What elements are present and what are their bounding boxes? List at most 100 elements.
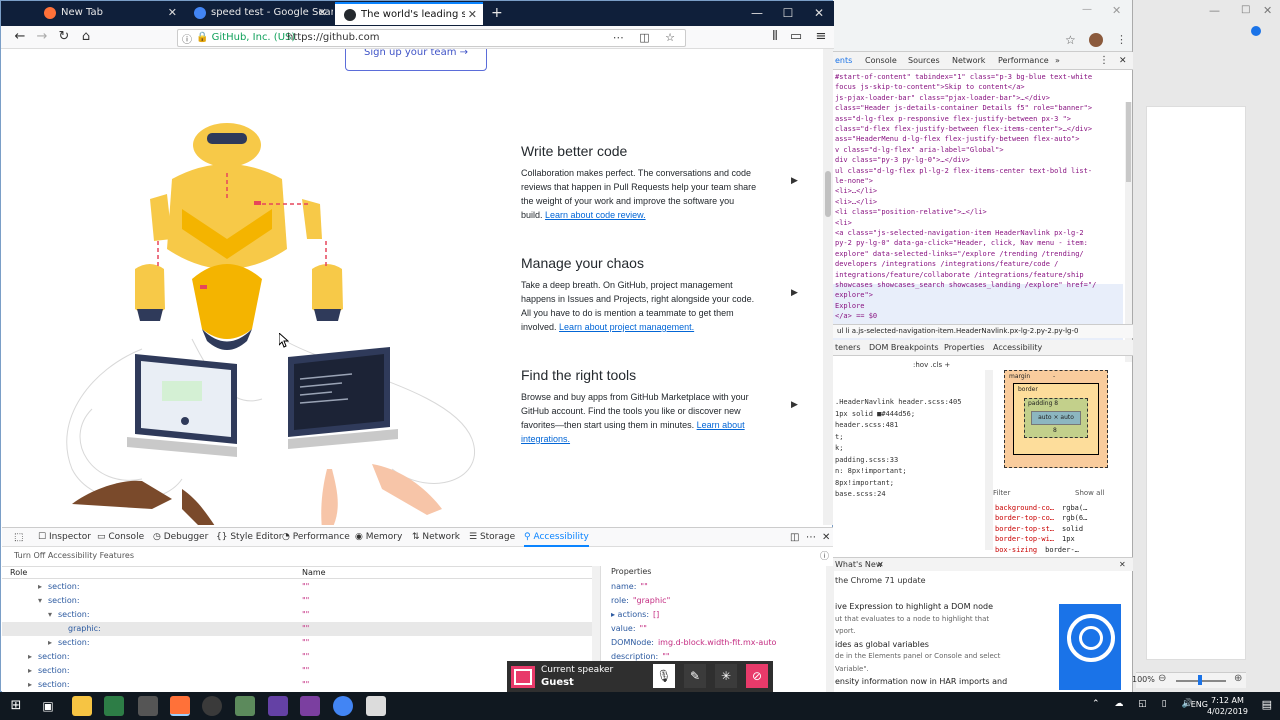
devtools-tab-debugger[interactable]: ◷ Debugger <box>153 528 208 547</box>
style-rule-line[interactable]: base.scss:24 <box>835 489 886 499</box>
elements-tree-line[interactable]: div class="py-3 py-lg-0">…</div> <box>835 155 970 165</box>
feature-arrow-icon[interactable]: ▶ <box>791 288 798 298</box>
elements-tree-line[interactable]: ass="HeaderMenu d-lg-flex flex-justify-b… <box>835 134 1079 144</box>
dock-icon[interactable]: ◫ <box>790 528 799 547</box>
style-rule-line[interactable]: header.scss:481 <box>835 420 898 430</box>
forward-icon[interactable]: → <box>33 29 51 46</box>
computed-row[interactable]: background-co… rgba(… <box>995 503 1087 513</box>
elements-tree-line[interactable]: showcases showcases_search showcases_lan… <box>835 280 1096 290</box>
whats-new-line[interactable]: vport. <box>835 627 856 635</box>
style-rule-line[interactable]: t; <box>835 432 843 442</box>
cdt-tab-elements[interactable]: ents <box>835 52 852 70</box>
firefox-taskbar-icon[interactable] <box>170 696 190 716</box>
elements-tree-line[interactable]: ul class="d-lg-flex pl-lg-2 flex-items-c… <box>835 166 1092 176</box>
zoom-in-icon[interactable]: ⊕ <box>1234 673 1242 684</box>
tab-close-icon[interactable]: ✕ <box>468 4 477 25</box>
whats-new-list[interactable]: ive Expression to highlight a DOM node ut… <box>835 602 1045 692</box>
computed-row[interactable]: border-top-co… rgb(6… <box>995 513 1087 523</box>
elements-scroll-thumb[interactable] <box>1126 102 1131 182</box>
page-scroll-thumb[interactable] <box>825 171 831 217</box>
whats-new-line[interactable]: Variable". <box>835 665 869 673</box>
close-window-icon[interactable]: ✕ <box>803 1 835 26</box>
elements-tree-line[interactable]: developers /integrations /integrations/f… <box>835 259 1058 269</box>
elements-tree-line[interactable]: focus js-skip-to-content">Skip to conten… <box>835 82 1025 92</box>
system-tray-icons[interactable]: ⌃ ☁ ◱ ▯ 🔊 <box>1092 699 1199 709</box>
library-icon[interactable]: ⫴ <box>766 29 784 46</box>
elements-tree-line[interactable]: </a> == $0 <box>835 311 877 321</box>
cdt-tab-sources[interactable]: Sources <box>908 52 940 70</box>
laser-pointer-icon[interactable]: ✳ <box>715 664 737 688</box>
properties-scrollbar[interactable] <box>826 566 834 694</box>
twisty-icon[interactable]: ▾ <box>38 594 42 608</box>
devtools-close-icon[interactable]: ✕ <box>822 528 830 547</box>
cdt-close-icon[interactable]: ✕ <box>1119 52 1127 70</box>
chrome-menu-icon[interactable]: ⋮ <box>1116 33 1127 46</box>
whats-new-line[interactable]: ides as global variables <box>835 640 929 649</box>
property-row[interactable]: name: "" <box>611 580 648 594</box>
cdt-tab-performance[interactable]: Performance <box>998 52 1049 70</box>
new-tab-button[interactable]: + <box>485 2 505 25</box>
a11y-tree-row[interactable]: graphic: "" <box>2 622 592 636</box>
tab-dom-breakpoints[interactable]: DOM Breakpoints <box>869 340 939 356</box>
twisty-icon[interactable]: ▸ <box>28 650 32 664</box>
notifications-icon[interactable]: ▤ <box>1262 698 1272 711</box>
sidebar-icon[interactable]: ▭ <box>787 29 805 46</box>
bookmark-star-icon[interactable]: ☆ <box>1065 33 1076 47</box>
property-row[interactable]: DOMNode: img.d-block.width-fit.mx-auto <box>611 636 776 650</box>
app-icon[interactable] <box>235 696 255 716</box>
a11y-tree-row[interactable]: ▾ section: "" <box>2 594 592 608</box>
a11y-tree-row[interactable]: ▸ section: "" <box>2 580 592 594</box>
devtools-tab-storage[interactable]: ☰ Storage <box>469 528 515 547</box>
computed-filter[interactable]: Filter <box>993 489 1010 497</box>
elements-tree-line[interactable]: ass="d-lg-flex p-responsive flex-justify… <box>835 114 1071 124</box>
box-model-padding[interactable]: padding 8 auto × auto 8 <box>1024 398 1088 438</box>
elements-tree-line[interactable]: explore"> <box>835 290 873 300</box>
close-icon[interactable]: ✕ <box>1263 4 1272 17</box>
hamburger-menu-icon[interactable]: ≡ <box>812 29 830 46</box>
cdt-menu-icon[interactable]: ⋮ <box>1099 52 1109 70</box>
style-rule-line[interactable]: .HeaderNavlink header.scss:405 <box>835 397 961 407</box>
computed-row[interactable]: border-top-st… solid <box>995 524 1083 534</box>
pick-element-icon[interactable]: ⬚ <box>14 528 23 547</box>
styles-pane[interactable]: .HeaderNavlink header.scss:405 1px solid … <box>833 397 983 547</box>
elements-tree-line[interactable]: <li>…</li> <box>835 197 877 207</box>
twisty-icon[interactable]: ▸ <box>28 678 32 692</box>
styles-scrollbar[interactable] <box>985 370 993 550</box>
devtools-menu-icon[interactable]: ⋯ <box>806 528 816 547</box>
elements-breadcrumb[interactable]: ul li a.js-selected-navigation-item.Head… <box>833 324 1133 338</box>
elements-tree-line[interactable]: integrations/feature/collaborate /integr… <box>835 270 1084 280</box>
tab-github[interactable]: The world's leading software d ✕ <box>335 2 483 25</box>
tab-close-icon[interactable]: ✕ <box>318 2 327 24</box>
chrome-taskbar-icon[interactable] <box>333 696 353 716</box>
app-icon[interactable] <box>366 696 386 716</box>
microphone-icon[interactable]: 🎙 <box>653 664 675 688</box>
a11y-tree-row[interactable]: ▸ section: "" <box>2 636 592 650</box>
property-row[interactable]: value: "" <box>611 622 647 636</box>
elements-tree-line[interactable]: v class="d-lg-flex" aria-label="Global"> <box>835 145 1004 155</box>
elements-tree-line[interactable]: class="d-flex flex-justify-between flex-… <box>835 124 1092 134</box>
back-icon[interactable]: ← <box>11 29 29 46</box>
signup-team-button[interactable]: Sign up your team → <box>345 49 487 71</box>
tab-properties[interactable]: Properties <box>944 340 984 356</box>
language-indicator[interactable]: ENG <box>1191 700 1208 709</box>
computed-row[interactable]: border-top-wi… 1px <box>995 534 1075 544</box>
elements-tree-line[interactable]: <li>…</li> <box>835 186 877 196</box>
windows-start-icon[interactable]: ⊞ <box>6 696 26 716</box>
tab-new-tab[interactable]: New Tab ✕ <box>35 2 183 25</box>
computed-row[interactable]: box-sizing border-… <box>995 545 1079 555</box>
col-name-header[interactable]: Name <box>302 568 326 577</box>
page-scrollbar[interactable] <box>823 49 833 525</box>
app-icon[interactable] <box>202 696 222 716</box>
clock[interactable]: 7:12 AM 4/02/2019 <box>1207 695 1248 717</box>
elements-tree-line[interactable]: js-pjax-loader-bar" class="pjax-loader-b… <box>835 93 1050 103</box>
elements-tree-line[interactable]: <li class="position-relative">…</li> <box>835 207 987 217</box>
twisty-icon[interactable]: ▸ <box>48 636 52 650</box>
box-model-content[interactable]: auto × auto <box>1031 411 1081 425</box>
drawer-close-icon[interactable]: ✕ <box>1119 558 1126 572</box>
tab-close-icon[interactable]: ✕ <box>168 2 177 24</box>
page-actions[interactable]: ⋯ ◫ ☆ <box>613 30 681 46</box>
slack-icon[interactable] <box>300 696 320 716</box>
elements-tree-line[interactable]: <li> <box>835 218 852 228</box>
cdt-tab-more[interactable]: » <box>1055 52 1060 70</box>
url-text[interactable]: https://github.com <box>287 30 379 46</box>
